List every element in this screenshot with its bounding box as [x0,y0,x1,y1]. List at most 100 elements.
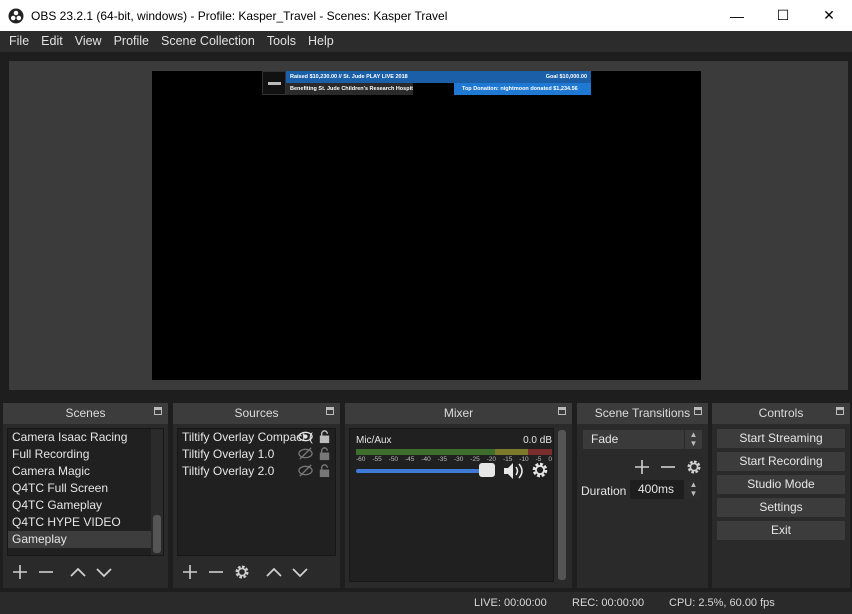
gear-icon [687,460,701,474]
menu-edit[interactable]: Edit [35,31,69,52]
scenes-title: Scenes [65,406,106,420]
meter-tick: -30 [453,456,464,463]
add-scene-button[interactable] [7,559,33,585]
source-properties-button[interactable] [229,559,255,585]
meter-tick: -35 [437,456,448,463]
lock-icon[interactable] [317,463,332,478]
plus-icon [635,460,649,474]
mixer-channel-db: 0.0 dB [523,435,552,446]
window-title: OBS 23.2.1 (64-bit, windows) - Profile: … [31,8,448,23]
scene-item[interactable]: Q4TC Gameplay [8,497,163,514]
transitions-header: Scene Transitions [577,403,708,424]
undock-icon[interactable] [836,407,844,415]
move-scene-up-button[interactable] [65,559,91,585]
lock-icon[interactable] [317,429,332,444]
source-label: Tiltify Overlay 2.0 [182,464,275,478]
lock-icon[interactable] [317,446,332,461]
obs-logo-icon [8,8,24,23]
duration-spinbox[interactable]: 400ms ▲ ▼ [629,479,703,500]
overlay-benefiting-text: Benefiting St. Jude Children's Research … [286,83,413,95]
meter-tick: -60 [356,456,366,463]
cpu-status: CPU: 2.5%, 60.00 fps [669,597,775,609]
scene-item-selected[interactable]: Gameplay [8,531,163,548]
speaker-icon[interactable] [502,461,526,481]
volume-slider-handle[interactable] [479,463,495,477]
overlay-logo [262,71,286,95]
scenes-header: Scenes [3,403,168,424]
move-scene-down-button[interactable] [91,559,117,585]
updown-icon[interactable]: ▲ ▼ [684,480,702,499]
settings-button[interactable]: Settings [716,497,846,518]
chevron-down-icon [292,568,308,578]
gear-icon[interactable] [531,461,549,479]
controls-header: Controls [712,403,850,424]
preview-canvas[interactable]: Raised $10,230.00 // St. Jude PLAY LIVE … [152,71,701,380]
remove-scene-button[interactable] [33,559,59,585]
scene-item[interactable]: Camera Magic [8,463,163,480]
source-item[interactable]: Tiltify Overlay 1.0 [178,446,335,463]
menu-view[interactable]: View [69,31,108,52]
scenes-toolbar [7,558,117,586]
meter-tick: -50 [388,456,399,463]
source-label: Tiltify Overlay 1.0 [182,447,275,461]
menu-bar: File Edit View Profile Scene Collection … [0,31,852,52]
mixer-title: Mixer [443,406,474,420]
add-transition-button[interactable] [629,454,655,480]
scenes-scrollbar[interactable] [151,429,163,555]
preview-area[interactable]: Raised $10,230.00 // St. Jude PLAY LIVE … [9,61,848,390]
overlay-goal-text: Goal $10,000.00 [545,74,587,80]
chevron-down-icon [96,568,112,578]
title-bar: OBS 23.2.1 (64-bit, windows) - Profile: … [0,0,852,31]
menu-file[interactable]: File [3,31,35,52]
scene-item[interactable]: Q4TC Full Screen [8,480,163,497]
remove-transition-button[interactable] [655,454,681,480]
move-source-down-button[interactable] [287,559,313,585]
transition-select[interactable]: Fade ▲ ▼ [582,429,703,450]
undock-icon[interactable] [154,407,162,415]
scene-item[interactable]: Camera Isaac Racing [8,429,163,446]
add-source-button[interactable] [177,559,203,585]
minus-icon [661,466,675,468]
chevron-up-icon [266,567,282,577]
source-item[interactable]: Tiltify Overlay Compact ( [178,429,335,446]
updown-icon: ▲ ▼ [684,430,702,449]
volume-slider[interactable] [356,469,494,473]
mixer-scrollbar[interactable] [556,428,568,582]
close-button[interactable]: ✕ [806,0,852,31]
transition-select-value: Fade [591,432,619,446]
source-label: Tiltify Overlay Compact ( [182,430,313,444]
maximize-button[interactable]: ☐ [760,0,806,31]
menu-help[interactable]: Help [302,31,340,52]
minimize-button[interactable]: — [714,0,760,31]
undock-icon[interactable] [558,407,566,415]
move-source-up-button[interactable] [261,559,287,585]
sources-list[interactable]: Tiltify Overlay Compact ( Tiltify Overla… [177,428,336,556]
start-recording-button[interactable]: Start Recording [716,451,846,472]
eye-hidden-icon[interactable] [298,446,313,461]
scene-item[interactable]: Full Recording [8,446,163,463]
exit-button[interactable]: Exit [716,520,846,541]
eye-hidden-icon[interactable] [298,463,313,478]
mixer-dock: Mixer Mic/Aux 0.0 dB -60 -55 -50 -45 -40… [345,403,572,588]
scenes-list[interactable]: Camera Isaac Racing Full Recording Camer… [7,428,164,556]
remove-source-button[interactable] [203,559,229,585]
start-streaming-button[interactable]: Start Streaming [716,428,846,449]
overlay-raised-bar: Raised $10,230.00 // St. Jude PLAY LIVE … [286,71,591,83]
meter-tick: -25 [470,456,480,463]
eye-icon[interactable] [298,429,313,444]
menu-tools[interactable]: Tools [261,31,302,52]
sources-title: Sources [234,406,279,420]
undock-icon[interactable] [694,407,702,415]
scene-item[interactable]: Q4TC HYPE VIDEO [8,514,163,531]
mixer-header: Mixer [345,403,572,424]
transition-properties-button[interactable] [681,454,707,480]
scrollbar-thumb[interactable] [558,430,566,580]
menu-scene-collection[interactable]: Scene Collection [155,31,261,52]
scrollbar-thumb[interactable] [153,515,161,553]
sources-header: Sources [173,403,340,424]
undock-icon[interactable] [326,407,334,415]
menu-profile[interactable]: Profile [108,31,155,52]
studio-mode-button[interactable]: Studio Mode [716,474,846,495]
transitions-title: Scene Transitions [594,406,691,420]
source-item[interactable]: Tiltify Overlay 2.0 [178,463,335,480]
